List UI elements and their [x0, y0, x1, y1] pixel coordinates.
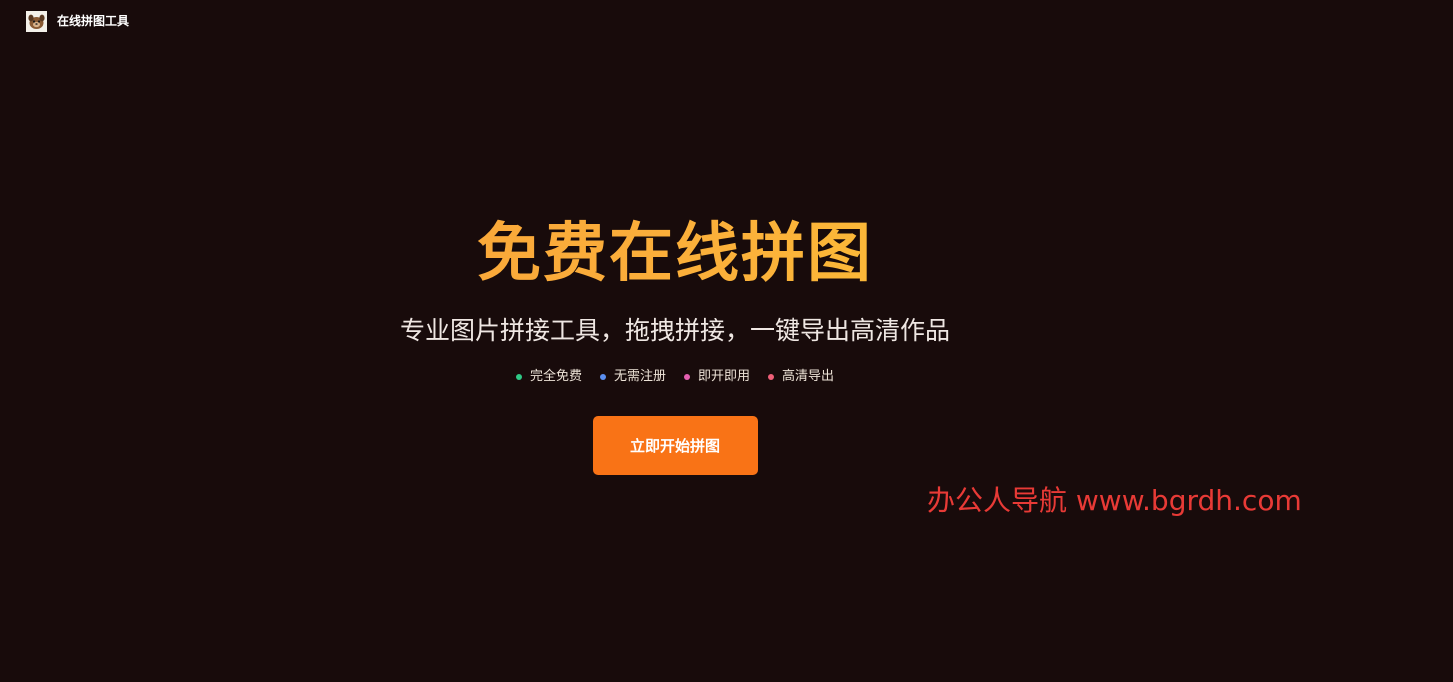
start-collage-button[interactable]: 立即开始拼图	[592, 416, 758, 475]
site-name[interactable]: 在线拼图工具	[57, 11, 129, 32]
feature-item: 高清导出	[768, 368, 834, 386]
hero-title: 免费在线拼图	[0, 212, 1350, 296]
bullet-dot-icon	[684, 374, 690, 380]
feature-label: 无需注册	[613, 369, 666, 384]
feature-label: 完全免费	[529, 369, 582, 384]
feature-item: 无需注册	[599, 368, 666, 386]
page: 在线拼图工具 免费在线拼图 专业图片拼接工具，拖拽拼接，一键导出高清作品 完全免…	[0, 0, 1453, 682]
hero-subtitle: 专业图片拼接工具，拖拽拼接，一键导出高清作品	[399, 316, 950, 345]
bullet-dot-icon	[768, 374, 775, 380]
bullet-dot-icon	[599, 374, 606, 380]
feature-label: 高清导出	[782, 369, 835, 384]
feature-list: 完全免费 无需注册 即开即用 高清导出	[0, 368, 1350, 386]
feature-item: 完全免费	[515, 368, 582, 386]
feature-item: 即开即用	[684, 368, 750, 386]
feature-label: 即开即用	[698, 369, 751, 384]
site-logo[interactable]	[26, 11, 47, 32]
hero-section: 免费在线拼图 专业图片拼接工具，拖拽拼接，一键导出高清作品 完全免费 无需注册 …	[0, 212, 1350, 475]
dog-avatar-icon	[28, 14, 45, 29]
cta-container: 立即开始拼图	[0, 416, 1350, 475]
watermark-text: 办公人导航 www.bgrdh.com	[927, 484, 1302, 517]
bullet-dot-icon	[515, 374, 522, 380]
header: 在线拼图工具	[26, 11, 129, 32]
